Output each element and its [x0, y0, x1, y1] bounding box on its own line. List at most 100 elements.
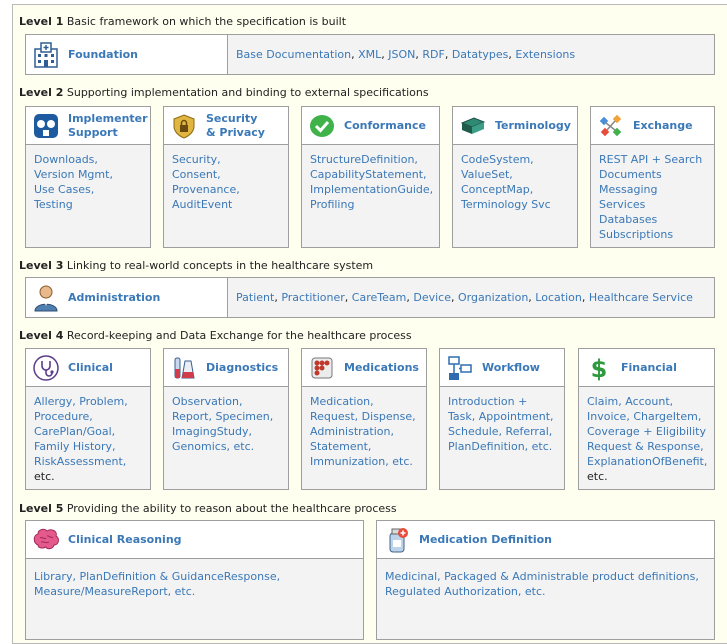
terminology-header[interactable]: Terminology [453, 107, 577, 145]
medication-definition-icon [383, 526, 411, 554]
list-item[interactable]: Services [599, 197, 706, 212]
list-item[interactable]: Request, Dispense, [310, 409, 418, 424]
list-item[interactable]: Genomics, etc. [172, 439, 280, 454]
link-rdf[interactable]: RDF [422, 48, 444, 61]
list-item[interactable]: Immunization, etc. [310, 454, 418, 469]
medications-title[interactable]: Medications [344, 361, 419, 375]
list-item[interactable]: Provenance, [172, 182, 280, 197]
exchange-header[interactable]: Exchange [591, 107, 714, 145]
clinical-header[interactable]: Clinical [26, 349, 150, 387]
list-item[interactable]: CodeSystem, [461, 152, 569, 167]
clinical-reasoning-header[interactable]: Clinical Reasoning [26, 521, 363, 559]
link-practitioner[interactable]: Practitioner [281, 291, 344, 304]
terminology-title[interactable]: Terminology [495, 119, 571, 133]
list-item[interactable]: Family History, [34, 439, 142, 454]
list-item[interactable]: Library, PlanDefinition & GuidanceRespon… [34, 569, 355, 584]
foundation-cell[interactable]: Foundation [26, 35, 228, 74]
level-3-heading: Level 3 Linking to real-world concepts i… [19, 259, 374, 272]
list-item[interactable]: Consent, [172, 167, 280, 182]
list-item[interactable]: Invoice, ChargeItem, [587, 409, 706, 424]
list-item[interactable]: Messaging [599, 182, 706, 197]
list-item[interactable]: AuditEvent [172, 197, 280, 212]
clinical-reasoning-title[interactable]: Clinical Reasoning [68, 533, 182, 547]
list-item[interactable]: Claim, Account, [587, 394, 706, 409]
list-item[interactable]: Coverage + Eligibility [587, 424, 706, 439]
list-item[interactable]: Observation, [172, 394, 280, 409]
list-item[interactable]: RiskAssessment, [34, 454, 142, 469]
terminology-icon [459, 112, 487, 140]
link-patient[interactable]: Patient [236, 291, 274, 304]
list-item[interactable]: Medication, [310, 394, 418, 409]
list-item[interactable]: Profiling [310, 197, 431, 212]
list-item[interactable]: ImplementationGuide, [310, 182, 433, 197]
implementer-support-box: Implementer Support Downloads, Version Mg… [25, 106, 151, 248]
list-item[interactable]: ImagingStudy, [172, 424, 280, 439]
list-item: etc. [34, 470, 55, 483]
diagnostics-title[interactable]: Diagnostics [206, 361, 278, 375]
clinical-title[interactable]: Clinical [68, 361, 113, 375]
workflow-title[interactable]: Workflow [482, 361, 540, 375]
list-item[interactable]: Request & Response, [587, 439, 706, 454]
foundation-title[interactable]: Foundation [68, 48, 138, 61]
link-datatypes[interactable]: Datatypes [452, 48, 509, 61]
list-item[interactable]: Subscriptions [599, 227, 706, 242]
link-location[interactable]: Location [535, 291, 582, 304]
security-icon [170, 112, 198, 140]
medication-definition-header[interactable]: Medication Definition [377, 521, 714, 559]
link-base-documentation[interactable]: Base Documentation [236, 48, 351, 61]
list-item[interactable]: CarePlan/Goal, [34, 424, 142, 439]
hospital-icon [32, 41, 60, 69]
list-item[interactable]: Use Cases, [34, 182, 142, 197]
security-privacy-header[interactable]: Security & Privacy [164, 107, 288, 145]
link-healthcare-service[interactable]: Healthcare Service [589, 291, 693, 304]
list-item[interactable]: ValueSet, [461, 167, 569, 182]
foundation-row: Foundation Base Documentation, XML, JSON… [25, 34, 715, 75]
workflow-header[interactable]: Workflow [440, 349, 564, 387]
list-item[interactable]: Terminology Svc [461, 197, 569, 212]
link-careteam[interactable]: CareTeam [352, 291, 407, 304]
list-item[interactable]: Introduction + [448, 394, 556, 409]
administration-title[interactable]: Administration [68, 291, 160, 304]
list-item[interactable]: Databases [599, 212, 706, 227]
link-device[interactable]: Device [413, 291, 451, 304]
list-item[interactable]: Documents [599, 167, 706, 182]
list-item[interactable]: Task, Appointment, [448, 409, 556, 424]
list-item[interactable]: Measure/MeasureReport, etc. [34, 584, 355, 599]
list-item[interactable]: StructureDefinition, [310, 152, 431, 167]
list-item[interactable]: Allergy, Problem, [34, 394, 142, 409]
list-item[interactable]: Schedule, Referral, [448, 424, 556, 439]
list-item[interactable]: Report, Specimen, [172, 409, 280, 424]
list-item[interactable]: Statement, [310, 439, 418, 454]
medications-header[interactable]: Medications [302, 349, 426, 387]
implementer-support-header[interactable]: Implementer Support [26, 107, 150, 145]
list-item[interactable]: Procedure, [34, 409, 142, 424]
conformance-header[interactable]: Conformance [302, 107, 439, 145]
security-privacy-box: Security & Privacy Security, Consent, Pro… [163, 106, 289, 248]
implementer-support-title[interactable]: Implementer Support [68, 112, 148, 140]
financial-title[interactable]: Financial [621, 361, 677, 375]
security-privacy-title[interactable]: Security & Privacy [206, 112, 265, 140]
list-item[interactable]: Downloads, [34, 152, 142, 167]
list-item[interactable]: ConceptMap, [461, 182, 569, 197]
list-item[interactable]: CapabilityStatement, [310, 167, 431, 182]
list-item[interactable]: Administration, [310, 424, 418, 439]
list-item[interactable]: Regulated Authorization, etc. [385, 584, 706, 599]
financial-header[interactable]: $ Financial [579, 349, 714, 387]
list-item[interactable]: PlanDefinition, etc. [448, 439, 556, 454]
list-item[interactable]: Testing [34, 197, 142, 212]
list-item[interactable]: Medicinal, Packaged & Administrable prod… [385, 569, 706, 584]
administration-cell[interactable]: Administration [26, 278, 228, 317]
level-2-heading: Level 2 Supporting implementation and bi… [19, 86, 429, 99]
conformance-title[interactable]: Conformance [344, 119, 426, 133]
list-item[interactable]: Security, [172, 152, 280, 167]
list-item[interactable]: ExplanationOfBenefit, [587, 454, 707, 469]
link-json[interactable]: JSON [388, 48, 415, 61]
exchange-title[interactable]: Exchange [633, 119, 693, 133]
medication-definition-title[interactable]: Medication Definition [419, 533, 552, 547]
list-item[interactable]: REST API + Search [599, 152, 706, 167]
link-extensions[interactable]: Extensions [515, 48, 575, 61]
diagnostics-header[interactable]: Diagnostics [164, 349, 288, 387]
link-xml[interactable]: XML [358, 48, 381, 61]
list-item[interactable]: Version Mgmt, [34, 167, 142, 182]
link-organization[interactable]: Organization [458, 291, 528, 304]
